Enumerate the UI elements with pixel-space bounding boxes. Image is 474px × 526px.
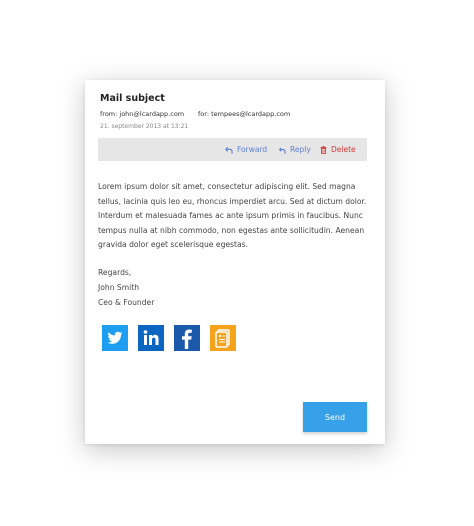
signature-name: John Smith	[98, 283, 140, 292]
icard-link[interactable]	[210, 325, 236, 351]
reply-icon	[278, 146, 286, 154]
delete-label: Delete	[331, 145, 356, 154]
signature-title: Ceo & Founder	[98, 298, 155, 307]
reply-label: Reply	[290, 145, 311, 154]
linkedin-icon	[143, 330, 159, 345]
linkedin-link[interactable]	[138, 325, 164, 351]
mail-action-bar: Forward Reply Delete	[98, 138, 367, 161]
mail-from: from: john@lcardapp.com	[100, 110, 185, 118]
mail-body: Lorem ipsum dolor sit amet, consectetur …	[98, 182, 367, 249]
trash-icon	[320, 145, 327, 154]
delete-button[interactable]: Delete	[320, 145, 356, 154]
reply-button[interactable]: Reply	[278, 145, 311, 154]
twitter-link[interactable]	[102, 325, 128, 351]
mail-date: 21. september 2013 at 13:21	[100, 123, 189, 130]
mail-card: Mail subject from: john@lcardapp.com for…	[85, 80, 385, 444]
signature-regards: Regards,	[98, 268, 132, 277]
facebook-link[interactable]	[174, 325, 200, 351]
forward-label: Forward	[237, 145, 268, 154]
send-button[interactable]: Send	[303, 402, 367, 432]
forward-icon	[225, 146, 233, 154]
page-background: Mail subject from: john@lcardapp.com for…	[0, 0, 474, 526]
twitter-icon	[107, 331, 123, 344]
forward-button[interactable]: Forward	[225, 145, 267, 154]
mail-subject: Mail subject	[100, 93, 165, 104]
facebook-icon	[182, 329, 192, 349]
icard-icon	[215, 329, 230, 348]
mail-for: for: tempees@lcardapp.com	[198, 110, 291, 118]
